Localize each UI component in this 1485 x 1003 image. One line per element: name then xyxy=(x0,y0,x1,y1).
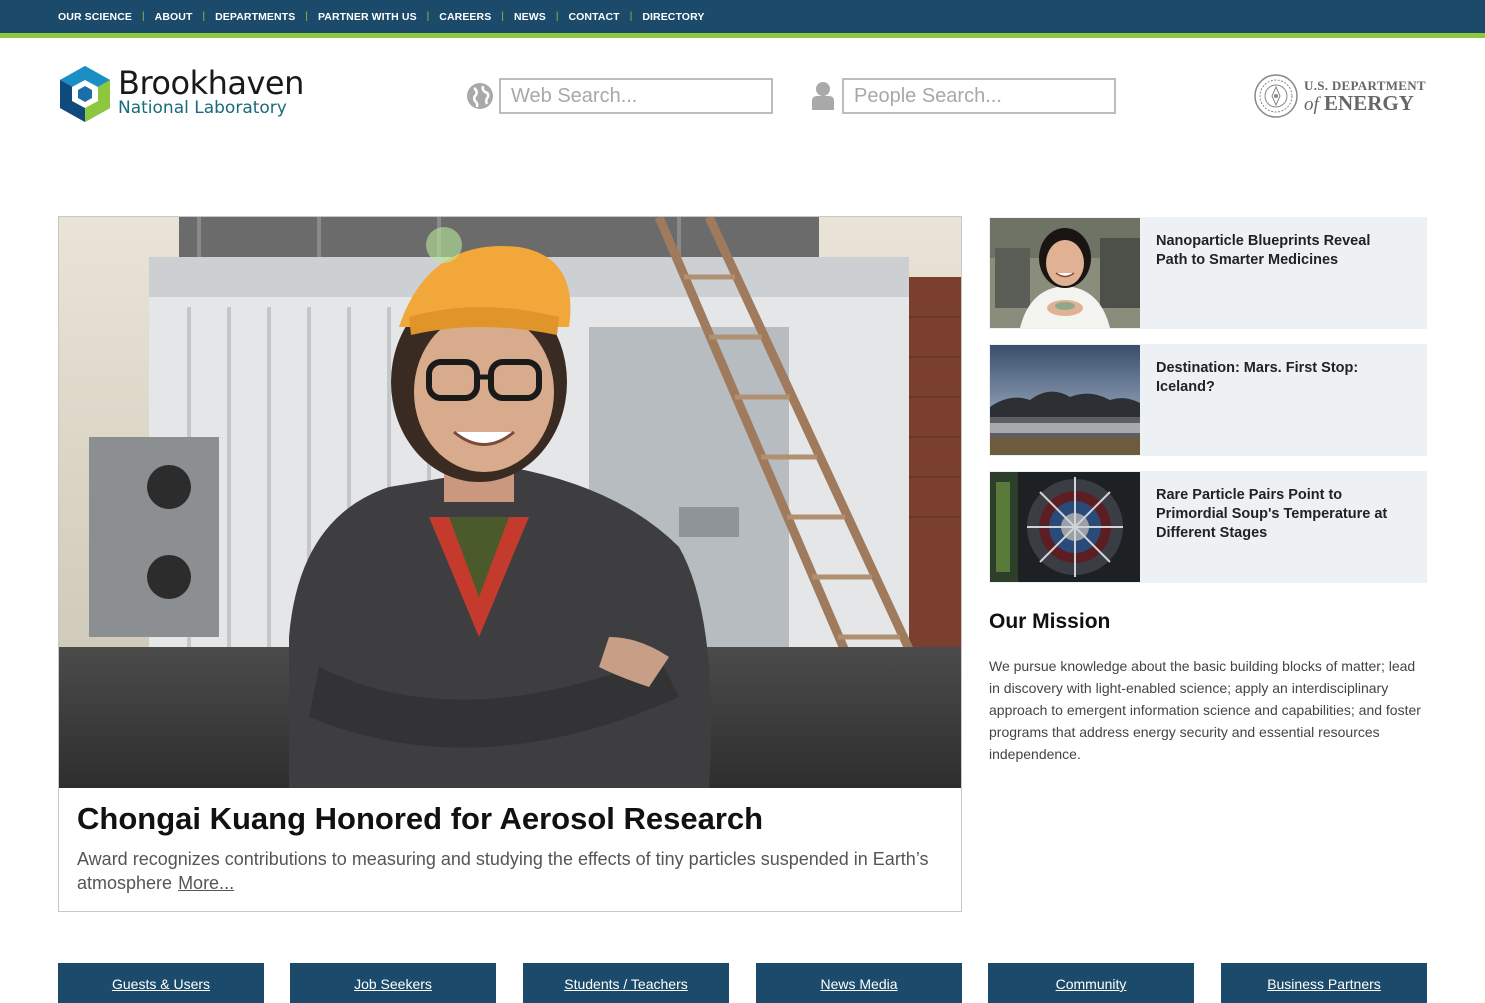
person-icon xyxy=(806,79,840,113)
audience-button-students-teachers[interactable]: Students / Teachers xyxy=(523,963,729,1003)
brookhaven-hexagon-icon xyxy=(60,66,110,122)
nav-item-partner-with-us[interactable]: PARTNER WITH US xyxy=(318,11,417,23)
doe-energy: ENERGY xyxy=(1324,91,1414,115)
doe-seal-icon xyxy=(1254,74,1298,118)
story-title: Nanoparticle Blueprints Reveal Path to S… xyxy=(1156,233,1371,268)
nav-accent-bar xyxy=(0,33,1485,38)
nav-item-contact[interactable]: CONTACT xyxy=(568,11,619,23)
top-navigation: OUR SCIENCE | ABOUT | DEPARTMENTS | PARTNER… xyxy=(0,0,1485,33)
audience-button-community[interactable]: Community xyxy=(988,963,1194,1003)
story-card[interactable]: Rare Particle Pairs Point to Primordial … xyxy=(989,471,1427,583)
audience-button-news-media[interactable]: News Media xyxy=(756,963,962,1003)
nav-separator: | xyxy=(305,11,308,22)
people-search xyxy=(806,78,1116,114)
nav-item-departments[interactable]: DEPARTMENTS xyxy=(215,11,295,23)
people-search-input[interactable] xyxy=(842,78,1116,114)
hero-more-link[interactable]: More... xyxy=(178,873,234,893)
mission-text: We pursue knowledge about the basic buil… xyxy=(989,658,1421,762)
globe-icon xyxy=(463,79,497,113)
logo-title: Brookhaven xyxy=(118,64,304,102)
nav-item-directory[interactable]: DIRECTORY xyxy=(642,11,704,23)
doe-logo[interactable]: U.S. DEPARTMENT of ENERGY xyxy=(1254,74,1428,120)
nav-separator: | xyxy=(202,11,206,22)
web-search-input[interactable] xyxy=(499,78,773,114)
audience-button-guests-users[interactable]: Guests & Users xyxy=(58,963,264,1003)
story-image-detector xyxy=(990,472,1140,582)
story-image-nanoparticle xyxy=(990,218,1140,328)
story-image-iceland xyxy=(990,345,1140,455)
top-nav-list: OUR SCIENCE | ABOUT | DEPARTMENTS | PARTNER… xyxy=(0,0,1485,33)
nav-item-news[interactable]: NEWS xyxy=(514,11,546,23)
nav-separator: | xyxy=(142,11,145,22)
hero-feature[interactable]: Chongai Kuang Honored for Aerosol Resear… xyxy=(58,216,962,912)
story-title: Rare Particle Pairs Point to Primordial … xyxy=(1156,487,1388,541)
audience-button-job-seekers[interactable]: Job Seekers xyxy=(290,963,496,1003)
nav-separator: | xyxy=(501,11,504,22)
audience-button-business-partners[interactable]: Business Partners xyxy=(1221,963,1427,1003)
mission-heading: Our Mission xyxy=(989,610,1111,633)
hero-image[interactable] xyxy=(59,217,961,788)
story-card[interactable]: Nanoparticle Blueprints Reveal Path to S… xyxy=(989,217,1427,329)
hero-description: Award recognizes contributions to measur… xyxy=(77,847,937,895)
doe-of: of xyxy=(1304,94,1319,115)
doe-title-line2: of ENERGY xyxy=(1304,91,1414,116)
nav-separator: | xyxy=(555,11,559,22)
story-card[interactable]: Destination: Mars. First Stop: Iceland? xyxy=(989,344,1427,456)
story-title: Destination: Mars. First Stop: Iceland? xyxy=(1156,360,1359,395)
nav-separator: | xyxy=(426,11,430,22)
nav-item-about[interactable]: ABOUT xyxy=(155,11,193,23)
nav-item-careers[interactable]: CAREERS xyxy=(439,11,491,23)
nav-separator: | xyxy=(629,11,633,22)
logo-subtitle: National Laboratory xyxy=(118,98,287,118)
hero-title[interactable]: Chongai Kuang Honored for Aerosol Resear… xyxy=(77,801,763,837)
brookhaven-logo[interactable]: Brookhaven National Laboratory xyxy=(58,64,304,124)
nav-item-our-science[interactable]: OUR SCIENCE xyxy=(58,11,132,23)
web-search xyxy=(463,78,773,114)
